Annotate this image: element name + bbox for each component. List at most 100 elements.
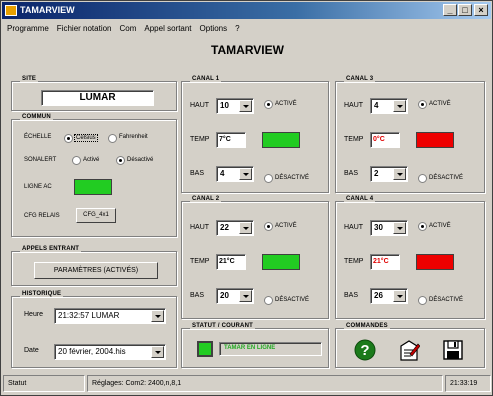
haut-select[interactable]: 10: [216, 98, 254, 114]
maximize-button[interactable]: □: [458, 4, 472, 16]
haut-value: 4: [374, 101, 379, 110]
menu-options[interactable]: Options: [196, 24, 232, 33]
sonalert-active-radio[interactable]: [72, 156, 81, 165]
menu-com[interactable]: Com: [116, 24, 141, 33]
bas-label: BAS: [344, 170, 359, 177]
desactive-radio[interactable]: [418, 174, 427, 183]
channel-group-2: CANAL 3 HAUT 4 ACTIVÉ TEMP 0°C BAS 2 DÉS…: [335, 76, 485, 193]
heure-select[interactable]: 21:32:57 LUMAR: [54, 308, 166, 324]
active-label[interactable]: ACTIVÉ: [429, 223, 451, 229]
chevron-down-icon[interactable]: [239, 168, 252, 180]
haut-select[interactable]: 4: [370, 98, 408, 114]
channel-indicator: [262, 132, 300, 148]
date-value: 20 février, 2004.his: [58, 347, 126, 356]
active-label[interactable]: ACTIVÉ: [275, 223, 297, 229]
active-radio[interactable]: [418, 222, 427, 231]
sonalert-label: SONALERT: [24, 157, 57, 163]
temp-label: TEMP: [190, 258, 210, 265]
sonalert-active-label[interactable]: Activé: [83, 157, 99, 163]
menu-programme[interactable]: Programme: [3, 24, 53, 33]
bas-select[interactable]: 4: [216, 166, 254, 182]
ligne-ac-indicator: [74, 179, 112, 195]
fahrenheit-radio[interactable]: [108, 134, 117, 143]
appels-group: APPELS ENTRANT PARAMÈTRES (ACTIVÉS): [11, 246, 177, 286]
desactive-radio[interactable]: [264, 174, 273, 183]
chevron-down-icon[interactable]: [393, 290, 406, 302]
channel-label: CANAL 2: [190, 196, 222, 202]
haut-select[interactable]: 22: [216, 220, 254, 236]
window-title: TAMARVIEW: [20, 5, 75, 15]
channel-indicator: [262, 254, 300, 270]
active-radio[interactable]: [264, 222, 273, 231]
notepad-icon[interactable]: [398, 338, 420, 362]
chevron-down-icon[interactable]: [239, 290, 252, 302]
channel-label: CANAL 1: [190, 76, 222, 82]
minimize-button[interactable]: _: [443, 4, 457, 16]
celsius-radio[interactable]: [64, 134, 73, 143]
chevron-down-icon[interactable]: [393, 168, 406, 180]
active-label[interactable]: ACTIVÉ: [275, 101, 297, 107]
temp-label: TEMP: [344, 258, 364, 265]
celsius-label[interactable]: Celsius: [74, 134, 98, 142]
active-radio[interactable]: [264, 100, 273, 109]
statut-indicator: [197, 341, 213, 357]
chevron-down-icon[interactable]: [151, 310, 164, 322]
main-window: TAMARVIEW _ □ × Programme Fichier notati…: [0, 0, 493, 396]
commun-group-label: COMMUN: [20, 114, 53, 120]
desactive-label[interactable]: DÉSACTIVÉ: [429, 297, 463, 303]
desactive-label[interactable]: DÉSACTIVÉ: [429, 175, 463, 181]
status-panel: Statut: [3, 375, 85, 392]
historique-group: HISTORIQUE Heure 21:32:57 LUMAR Date 20 …: [11, 291, 177, 368]
site-group: SITE LUMAR: [11, 76, 177, 111]
bas-select[interactable]: 20: [216, 288, 254, 304]
bas-select[interactable]: 2: [370, 166, 408, 182]
desactive-label[interactable]: DÉSACTIVÉ: [275, 175, 309, 181]
bas-value: 4: [220, 169, 225, 178]
haut-select[interactable]: 30: [370, 220, 408, 236]
statut-group: STATUT / COURANT TAMAR EN LIGNE: [181, 323, 329, 368]
appels-group-label: APPELS ENTRANT: [20, 246, 82, 252]
channel-group-3: CANAL 2 HAUT 22 ACTIVÉ TEMP 21°C BAS 20 …: [181, 196, 329, 319]
echelle-label: ÉCHELLE: [24, 134, 52, 140]
settings-panel: Réglages: Com2: 2400,n,8,1: [87, 375, 443, 392]
floppy-icon[interactable]: [442, 339, 464, 361]
active-radio[interactable]: [418, 100, 427, 109]
commandes-group-label: COMMANDES: [344, 323, 390, 329]
haut-value: 30: [374, 223, 383, 232]
menu-appel-sortant[interactable]: Appel sortant: [140, 24, 195, 33]
bas-label: BAS: [190, 170, 205, 177]
sonalert-desactive-radio[interactable]: [116, 156, 125, 165]
temp-label: TEMP: [344, 136, 364, 143]
bas-value: 2: [374, 169, 379, 178]
bas-value: 20: [220, 291, 229, 300]
parametres-button[interactable]: PARAMÈTRES (ACTIVÉS): [34, 262, 158, 279]
menu-help[interactable]: ?: [231, 24, 243, 33]
close-button[interactable]: ×: [474, 4, 488, 16]
chevron-down-icon[interactable]: [151, 346, 164, 358]
bas-select[interactable]: 26: [370, 288, 408, 304]
heure-label: Heure: [24, 311, 44, 318]
menu-bar: Programme Fichier notation Com Appel sor…: [3, 20, 244, 36]
chevron-down-icon[interactable]: [393, 100, 406, 112]
haut-label: HAUT: [344, 102, 364, 109]
heure-value: 21:32:57 LUMAR: [58, 311, 120, 320]
menu-fichier-notation[interactable]: Fichier notation: [53, 24, 116, 33]
desactive-radio[interactable]: [418, 296, 427, 305]
desactive-label[interactable]: DÉSACTIVÉ: [275, 297, 309, 303]
commandes-group: COMMANDES ?: [335, 323, 485, 368]
haut-value: 22: [220, 223, 229, 232]
chevron-down-icon[interactable]: [393, 222, 406, 234]
historique-group-label: HISTORIQUE: [20, 291, 64, 297]
fahrenheit-label[interactable]: Fahrenheit: [119, 134, 148, 140]
chevron-down-icon[interactable]: [239, 100, 252, 112]
help-icon[interactable]: ?: [354, 339, 376, 361]
site-name-field[interactable]: LUMAR: [41, 90, 154, 106]
title-bar: TAMARVIEW _ □ ×: [2, 2, 491, 19]
channel-group-1: CANAL 1 HAUT 10 ACTIVÉ TEMP 7°C BAS 4 DÉ…: [181, 76, 329, 193]
bas-label: BAS: [190, 292, 205, 299]
active-label[interactable]: ACTIVÉ: [429, 101, 451, 107]
date-select[interactable]: 20 février, 2004.his: [54, 344, 166, 360]
desactive-radio[interactable]: [264, 296, 273, 305]
sonalert-desactive-label[interactable]: Désactivé: [127, 157, 153, 163]
chevron-down-icon[interactable]: [239, 222, 252, 234]
